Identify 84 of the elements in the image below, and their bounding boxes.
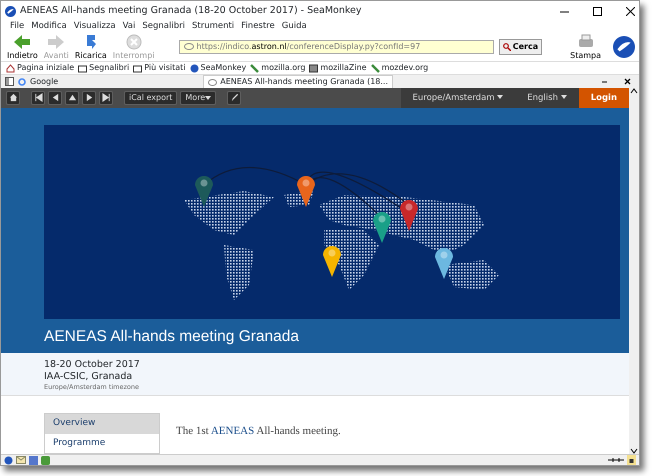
event-link[interactable]: AENEAS [210,425,254,437]
menu-item[interactable]: Finestre [241,21,275,32]
map-pin-icon [400,200,418,231]
map-pin-icon [297,176,315,207]
event-title: AENEAS All-hands meeting Granada [44,326,300,347]
caret-icon [205,96,212,100]
print-button[interactable]: Stampa [568,33,603,60]
caret-icon [497,95,504,100]
menu-item[interactable]: Guida [282,21,307,32]
skip-start-icon [34,93,42,102]
close-icon[interactable] [626,6,635,16]
event-menu-item[interactable]: Overview [45,414,159,434]
maximize-icon[interactable] [593,6,602,16]
sidebar-icon[interactable] [5,77,14,86]
map-pin-icon [373,212,391,243]
arrow-right-icon [46,33,66,51]
previous-button[interactable] [48,90,62,105]
newspaper-icon [309,64,318,72]
app-logo-icon [5,6,16,16]
browser-tab[interactable]: AENEAS All-hands meeting Granada (18... [203,75,394,88]
folder-icon [133,64,142,72]
arrow-left-icon [12,33,32,51]
scrollbar[interactable] [629,88,639,454]
triangle-up-icon [68,93,76,102]
window-title: AENEAS All-hands meeting Granada (18-20 October 2017) - SeaMonkey [20,4,362,18]
triangle-right-icon [84,93,94,102]
menu-item[interactable]: Visualizza [74,21,116,32]
scroll-down-icon[interactable] [630,448,638,454]
app-logo-icon[interactable] [613,36,635,58]
pencil-icon [230,93,239,102]
intro-text: The 1st AENEAS All-hands meeting. [176,424,341,439]
back-button[interactable]: Indietro [5,33,40,60]
triangle-left-icon [50,93,60,102]
menu-item[interactable]: Vai [122,21,136,32]
composer-icon[interactable] [29,456,38,464]
lock-icon [627,455,636,465]
edit-button[interactable] [227,90,242,105]
menu-item[interactable]: Segnalibri [142,21,185,32]
folder-icon [78,64,88,72]
home-icon [6,64,15,72]
caret-icon [560,95,567,100]
bookmark-link[interactable]: Segnalibri [78,62,130,74]
next-button[interactable] [82,90,96,105]
bookmark-link[interactable]: Più visitati [133,62,186,74]
ical-export-button[interactable]: iCal export [124,90,178,105]
map-pin-icon [435,248,453,279]
scroll-up-icon[interactable] [630,88,638,94]
bookmark-link[interactable]: SeaMonkey [190,62,246,74]
language-dropdown[interactable]: English [515,88,579,108]
globe-icon[interactable] [4,456,13,464]
home-icon [8,93,18,102]
bookmark-link[interactable]: Pagina iniziale [6,62,74,74]
menu-item[interactable]: Modifica [31,21,67,32]
reload-button[interactable]: Ricarica [72,33,109,60]
map-pin-icon [195,176,213,207]
skip-end-icon [102,93,110,102]
bookmark-link[interactable]: mozillaZine [309,62,367,74]
event-dates: 18-20 October 2017 [44,359,141,372]
bookmark-link[interactable]: mozdev.org [370,62,428,74]
stop-icon [124,33,144,51]
first-button[interactable] [31,90,45,105]
last-button[interactable] [99,90,113,105]
search-engine-icon [18,78,26,86]
site-icon [184,43,194,50]
search-button[interactable]: Cerca [498,38,542,54]
address-field[interactable]: https://indico.astron.nl/conferenceDisplay.py?confId=97 [178,40,494,54]
more-button[interactable]: More [180,90,216,105]
menu-item[interactable]: Strumenti [192,21,234,32]
up-button[interactable] [65,90,79,105]
puzzle-icon[interactable] [41,456,50,464]
event-venue: IAA-CSIC, Granada [44,371,134,384]
login-button[interactable]: Login [578,88,629,108]
search-icon [502,42,511,50]
globe-icon [190,64,198,72]
timezone-dropdown[interactable]: Europe/Amsterdam [400,88,516,108]
connection-icon [608,457,624,463]
site-icon [208,78,218,86]
close-tab-icon[interactable] [624,78,631,85]
mail-icon[interactable] [16,456,26,464]
map-pin-icon [323,246,341,277]
search-engine-label[interactable]: Google [30,76,58,88]
home-button[interactable] [6,90,20,105]
menu-item[interactable]: File [10,21,24,32]
bookmark-link[interactable]: mozilla.org [250,62,306,74]
